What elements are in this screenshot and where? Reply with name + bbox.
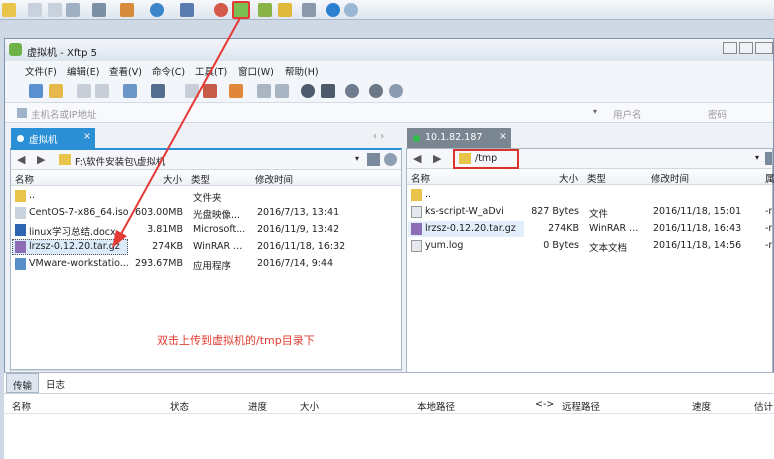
column-direction[interactable]: <-> — [535, 399, 554, 410]
column-estimate[interactable]: 估计 — [754, 399, 773, 413]
column-speed[interactable]: 速度 — [692, 399, 711, 413]
tab-log[interactable]: 日志 — [40, 373, 71, 393]
column-size[interactable]: 大小 — [300, 399, 319, 413]
column-local-path[interactable]: 本地路径 — [417, 399, 455, 413]
column-name[interactable]: 名称 — [12, 399, 31, 413]
divider — [4, 413, 774, 414]
column-progress[interactable]: 进度 — [248, 399, 267, 413]
divider — [4, 393, 774, 394]
column-status[interactable]: 状态 — [170, 399, 189, 413]
tab-transfer[interactable]: 传输 — [6, 373, 40, 393]
transfer-panel: 传输 日志 名称 状态 进度 大小 本地路径 <-> 远程路径 速度 估计 — [4, 372, 774, 459]
column-remote-path[interactable]: 远程路径 — [562, 399, 600, 413]
